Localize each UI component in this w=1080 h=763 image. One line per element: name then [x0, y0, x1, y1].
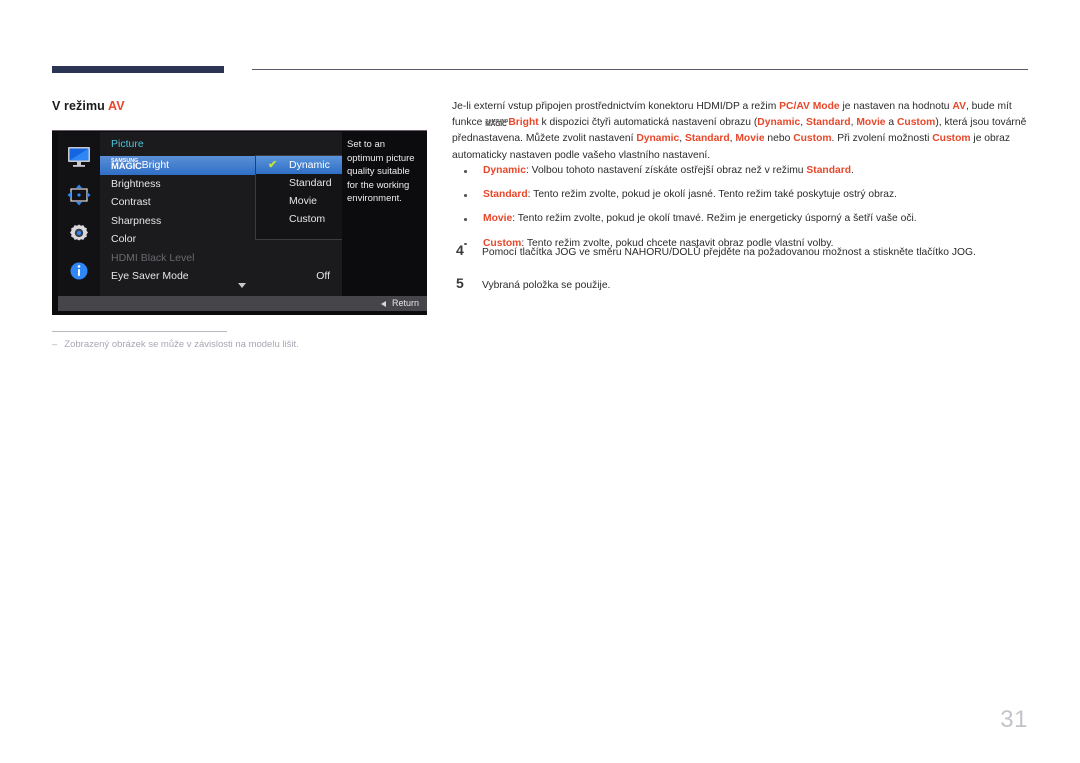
bullet-0-text-a: : Volbou tohoto nastavení získáte ostřej…: [525, 165, 807, 176]
list-item: Standard: Tento režim zvolte, pokud je o…: [452, 188, 1029, 202]
section-heading-accent: AV: [108, 99, 125, 113]
list-item: Dynamic: Volbou tohoto nastavení získáte…: [452, 164, 1029, 178]
keyword-movie-2: Movie: [735, 133, 765, 145]
osd-screenshot: Picture SAMSUNG MAGIC Bright Brightness …: [52, 130, 427, 315]
osd-menu-title: Picture: [111, 138, 144, 150]
keyword-dynamic-2: Dynamic: [636, 133, 680, 145]
osd-submenu-item-movie-label: Movie: [289, 195, 318, 207]
bullet-0-text-b: .: [851, 165, 854, 176]
intro-text-d: k dispozici čtyři automatická nastavení …: [538, 117, 758, 129]
page-title: V režimu AV: [52, 99, 125, 113]
step-4-text: Pomocí tlačítka JOG ve směru NAHORU/DOLŮ…: [482, 247, 976, 258]
osd-description-panel: Set to an optimum picture quality suitab…: [342, 132, 427, 296]
keyword-custom-2: Custom: [793, 133, 832, 145]
osd-item-eye-saver-mode-value: Off: [316, 270, 330, 282]
footnote-rule: [52, 331, 227, 332]
intro-text-f: . Při zvolení možnosti: [831, 133, 933, 145]
keyword-pcav-mode: PC/AV Mode: [779, 101, 840, 112]
osd-sidebar: [58, 132, 100, 296]
osd-item-sharpness-label: Sharpness: [111, 214, 162, 227]
list-item: 5 Vybraná položka se použije.: [452, 275, 1029, 293]
move-arrows-icon[interactable]: [67, 184, 91, 206]
keyword-custom-1: Custom: [896, 117, 936, 129]
footnote-text: Zobrazený obrázek se může v závislosti n…: [64, 339, 299, 350]
osd-submenu-item-custom-label: Custom: [289, 213, 326, 225]
bullet-0-keyword-2: Standard: [806, 165, 852, 176]
keyword-movie-1: Movie: [856, 117, 886, 129]
keyword-custom-3: Custom: [932, 133, 971, 145]
osd-return-label[interactable]: Return: [392, 298, 419, 308]
sep-3: a: [885, 117, 897, 129]
bullet-2-text-a: : Tento režim zvolte, pokud je okolí tma…: [512, 213, 917, 225]
body-paragraph: Je-li externí vstup připojen prostřednic…: [452, 99, 1029, 164]
samsung-magic-inline-logo: SAMSUNG MAGIC: [485, 118, 508, 129]
numbered-steps: 4 Pomocí tlačítka JOG ve směru NAHORU/DO…: [452, 242, 1029, 311]
osd-item-magicbright-label: Bright: [141, 159, 170, 171]
samsung-magic-logo: SAMSUNG MAGIC: [111, 158, 142, 172]
footnote: ‒ Zobrazený obrázek se může v závislosti …: [52, 339, 299, 350]
intro-paragraph: Je-li externí vstup připojen prostřednic…: [452, 99, 1029, 164]
osd-item-brightness-label: Brightness: [111, 177, 161, 190]
list-item: 4 Pomocí tlačítka JOG ve směru NAHORU/DO…: [452, 242, 1029, 260]
scroll-down-arrow-icon[interactable]: [238, 283, 246, 288]
check-icon: ✔: [268, 159, 278, 171]
section-heading-prefix: V režimu: [52, 99, 109, 113]
keyword-bright: Bright: [508, 117, 539, 129]
bullet-0-keyword: Dynamic: [483, 165, 526, 176]
osd-top-border: [52, 130, 427, 131]
osd-item-color-label: Color: [111, 233, 137, 245]
keyword-av: AV: [952, 101, 966, 112]
step-4-number: 4: [456, 242, 464, 258]
header-rule: [252, 69, 1028, 70]
bullet-1-keyword: Standard: [483, 189, 528, 201]
return-arrow-icon: [381, 301, 386, 307]
osd-submenu-item-dynamic-label: Dynamic: [289, 159, 330, 171]
osd-item-contrast-label: Contrast: [111, 196, 151, 208]
sep-6: nebo: [764, 133, 794, 145]
footnote-dash: ‒: [52, 339, 58, 350]
step-5-number: 5: [456, 275, 464, 291]
page-number: 31: [1000, 706, 1028, 733]
bullet-2-keyword: Movie: [483, 213, 513, 225]
step-5-text: Vybraná položka se použije.: [482, 280, 611, 291]
magic-logo-magic: MAGIC: [111, 161, 142, 172]
magic-inline-magic: MAGIC: [485, 121, 507, 129]
bullet-1-text-a: : Tento režim zvolte, pokud je okolí jas…: [527, 189, 897, 201]
gear-icon[interactable]: [67, 222, 91, 244]
osd-item-hdmi-black-level-label: HDMI Black Level: [111, 251, 195, 264]
list-item: Movie: Tento režim zvolte, pokud je okol…: [452, 212, 1029, 226]
header-accent-bar: [52, 66, 224, 73]
info-icon[interactable]: [67, 260, 91, 282]
keyword-dynamic-1: Dynamic: [757, 117, 801, 129]
osd-submenu-item-standard-label: Standard: [289, 177, 332, 189]
monitor-icon[interactable]: [67, 146, 91, 168]
osd-item-hdmi-black-level: HDMI Black Level: [100, 249, 342, 268]
osd-footer-bar: Return: [58, 296, 427, 311]
intro-text-a: Je-li externí vstup připojen prostřednic…: [452, 101, 780, 112]
intro-text-b: je nastaven na hodnotu: [839, 101, 953, 112]
osd-item-eye-saver-mode-label: Eye Saver Mode: [111, 270, 189, 282]
keyword-standard-2: Standard: [684, 133, 730, 145]
osd-item-eye-saver-mode[interactable]: Eye Saver Mode Off: [100, 267, 342, 286]
keyword-standard-1: Standard: [805, 117, 851, 129]
